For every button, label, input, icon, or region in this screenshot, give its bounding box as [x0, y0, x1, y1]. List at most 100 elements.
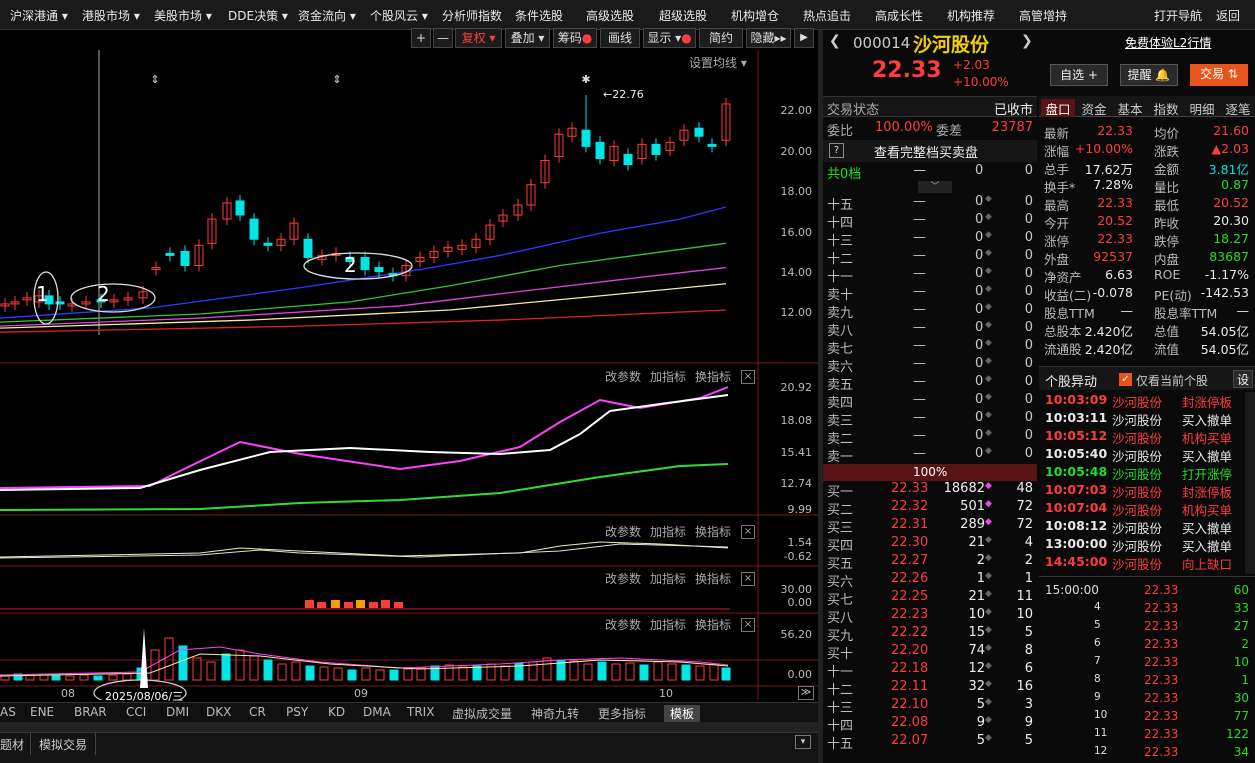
- panel-add-indicator-button[interactable]: 加指标: [650, 523, 686, 540]
- nav-item-13[interactable]: 机构推荐: [947, 7, 995, 24]
- indicator-tab-6[interactable]: CR: [249, 705, 266, 719]
- checkbox-icon[interactable]: ✓: [1119, 373, 1132, 386]
- chouma-button[interactable]: 筹码●: [553, 28, 597, 48]
- panel-close-icon[interactable]: ×: [741, 370, 755, 384]
- nav-item-14[interactable]: 高管增持: [1019, 7, 1067, 24]
- diejia-button[interactable]: 叠加 ▾: [505, 28, 550, 48]
- scroll-right-button[interactable]: ≫: [798, 686, 814, 700]
- indicator-tab-11[interactable]: 虚拟成交量: [452, 705, 512, 722]
- alerts-scrollbar[interactable]: [1245, 392, 1255, 574]
- quote-tab-0[interactable]: 盘口: [1041, 99, 1075, 117]
- free-l2-link[interactable]: 免费体验L2行情: [1125, 34, 1211, 51]
- alert-row[interactable]: 10:03:11 沙河股份 买入撤单: [1041, 410, 1255, 428]
- panel-switch-indicator-button[interactable]: 换指标: [695, 523, 731, 540]
- panel-add-indicator-button[interactable]: 加指标: [650, 368, 686, 385]
- nav-item-7[interactable]: 条件选股: [515, 7, 563, 24]
- indicator-tab-0[interactable]: AS: [0, 705, 16, 719]
- nav-item-1[interactable]: 港股市场 ▾: [82, 7, 140, 24]
- panel-change-params-button[interactable]: 改参数: [605, 570, 641, 587]
- bid-price: 22.23: [891, 607, 929, 622]
- nav-item-12[interactable]: 高成长性: [875, 7, 923, 24]
- alert-row[interactable]: 10:07:04 沙河股份 机构买单: [1041, 500, 1255, 518]
- ma-settings-button[interactable]: 设置均线 ▾: [689, 54, 747, 71]
- quote-tab-1[interactable]: 资金: [1077, 99, 1111, 117]
- panel-change-params-button[interactable]: 改参数: [605, 616, 641, 633]
- panel-close-icon[interactable]: ×: [741, 618, 755, 632]
- view-full-book-bar[interactable]: ? 查看完整档买卖盘: [823, 140, 1037, 162]
- panel-change-params-button[interactable]: 改参数: [605, 368, 641, 385]
- indicator-tab-3[interactable]: CCI: [126, 705, 146, 719]
- next-stock-icon[interactable]: ❯: [1021, 33, 1033, 49]
- panel-add-indicator-button[interactable]: 加指标: [650, 570, 686, 587]
- prev-stock-icon[interactable]: ❮: [829, 33, 841, 49]
- nav-item-4[interactable]: 资金流向 ▾: [298, 7, 356, 24]
- indicator-tab-4[interactable]: DMI: [166, 705, 189, 719]
- alerts-settings-button[interactable]: 设: [1233, 370, 1253, 388]
- zoom-out-button[interactable]: —: [433, 28, 453, 48]
- indicator-tab-12[interactable]: 神奇九转: [531, 705, 579, 722]
- fuquan-button[interactable]: 复权 ▾: [455, 28, 502, 48]
- nav-item-10[interactable]: 机构增仓: [731, 7, 779, 24]
- huaxian-button[interactable]: 画线: [600, 28, 640, 48]
- bid-price: 22.10: [891, 697, 929, 712]
- quote-tab-2[interactable]: 基本: [1113, 99, 1147, 117]
- indicator-tab-2[interactable]: BRAR: [74, 705, 107, 719]
- ask-price: —: [913, 266, 926, 281]
- open-nav-link[interactable]: 打开导航: [1154, 7, 1202, 24]
- trade-button[interactable]: 交易 ⇅: [1190, 64, 1248, 86]
- nav-item-3[interactable]: DDE决策 ▾: [228, 7, 288, 24]
- panel-switch-indicator-button[interactable]: 换指标: [695, 616, 731, 633]
- panel-switch-indicator-button[interactable]: 换指标: [695, 570, 731, 587]
- expand-book-icon[interactable]: ﹀: [918, 181, 952, 193]
- alert-row[interactable]: 10:08:12 沙河股份 买入撤单: [1041, 518, 1255, 536]
- quote-tab-5[interactable]: 逐笔: [1221, 99, 1255, 117]
- nav-item-5[interactable]: 个股风云 ▾: [370, 7, 428, 24]
- nav-item-0[interactable]: 沪深港通 ▾: [10, 7, 68, 24]
- zoom-in-button[interactable]: +: [411, 28, 431, 48]
- dot-icon: ◆: [985, 625, 992, 635]
- horizontal-scrollbar[interactable]: [0, 722, 818, 732]
- indicator-tab-14[interactable]: 模板: [664, 705, 701, 722]
- panel-add-indicator-button[interactable]: 加指标: [650, 616, 686, 633]
- alert-row[interactable]: 14:45:00 沙河股份 向上缺口: [1041, 554, 1255, 572]
- remind-button[interactable]: 提醒 🔔: [1120, 64, 1178, 86]
- indicator-tab-10[interactable]: TRIX: [407, 705, 434, 719]
- indicator-bar: [344, 602, 353, 608]
- tick-volume: 34: [1233, 745, 1249, 759]
- alert-row[interactable]: 13:00:00 沙河股份 买入撤单: [1041, 536, 1255, 554]
- tab-ticai[interactable]: 题材: [0, 736, 24, 753]
- indicator-tab-5[interactable]: DKX: [206, 705, 231, 719]
- quote-tab-4[interactable]: 明细: [1185, 99, 1219, 117]
- tick-price: 22.33: [1144, 619, 1179, 633]
- nav-item-6[interactable]: 分析师指数: [442, 7, 502, 24]
- indicator-tab-9[interactable]: DMA: [363, 705, 391, 719]
- alert-row[interactable]: 10:05:48 沙河股份 打开涨停: [1041, 464, 1255, 482]
- nav-item-2[interactable]: 美股市场 ▾: [154, 7, 212, 24]
- xianshi-button[interactable]: 显示 ▾●: [643, 28, 696, 48]
- panel-switch-indicator-button[interactable]: 换指标: [695, 368, 731, 385]
- quote-tab-3[interactable]: 指数: [1149, 99, 1183, 117]
- add-watchlist-button[interactable]: 自选 +: [1050, 64, 1108, 86]
- alert-row[interactable]: 10:07:03 沙河股份 封涨停板: [1041, 482, 1255, 500]
- indicator-tab-1[interactable]: ENE: [30, 705, 54, 719]
- indicator-tab-8[interactable]: KD: [328, 705, 345, 719]
- nav-item-8[interactable]: 高级选股: [586, 7, 634, 24]
- tab-simulated-trade[interactable]: 模拟交易: [30, 733, 97, 755]
- panel-collapse-icon[interactable]: ▶: [794, 28, 814, 48]
- jianyue-button[interactable]: 简约: [699, 28, 743, 48]
- help-icon[interactable]: ?: [829, 143, 844, 158]
- nav-item-11[interactable]: 热点追击: [803, 7, 851, 24]
- collapse-bottom-icon[interactable]: ▾: [795, 735, 811, 749]
- panel-close-icon[interactable]: ×: [741, 525, 755, 539]
- back-link[interactable]: 返回: [1216, 7, 1240, 24]
- panel-close-icon[interactable]: ×: [741, 572, 755, 586]
- panel-change-params-button[interactable]: 改参数: [605, 523, 641, 540]
- yincang-button[interactable]: 隐藏▸▸: [746, 28, 791, 48]
- quote-row: 股息TTM — 股息率TTM —: [1041, 302, 1255, 321]
- alert-row[interactable]: 10:03:09 沙河股份 封涨停板: [1041, 392, 1255, 410]
- indicator-tab-13[interactable]: 更多指标: [598, 705, 646, 722]
- nav-item-9[interactable]: 超级选股: [659, 7, 707, 24]
- alert-row[interactable]: 10:05:12 沙河股份 机构买单: [1041, 428, 1255, 446]
- alert-row[interactable]: 10:05:40 沙河股份 买入撤单: [1041, 446, 1255, 464]
- indicator-tab-7[interactable]: PSY: [286, 705, 308, 719]
